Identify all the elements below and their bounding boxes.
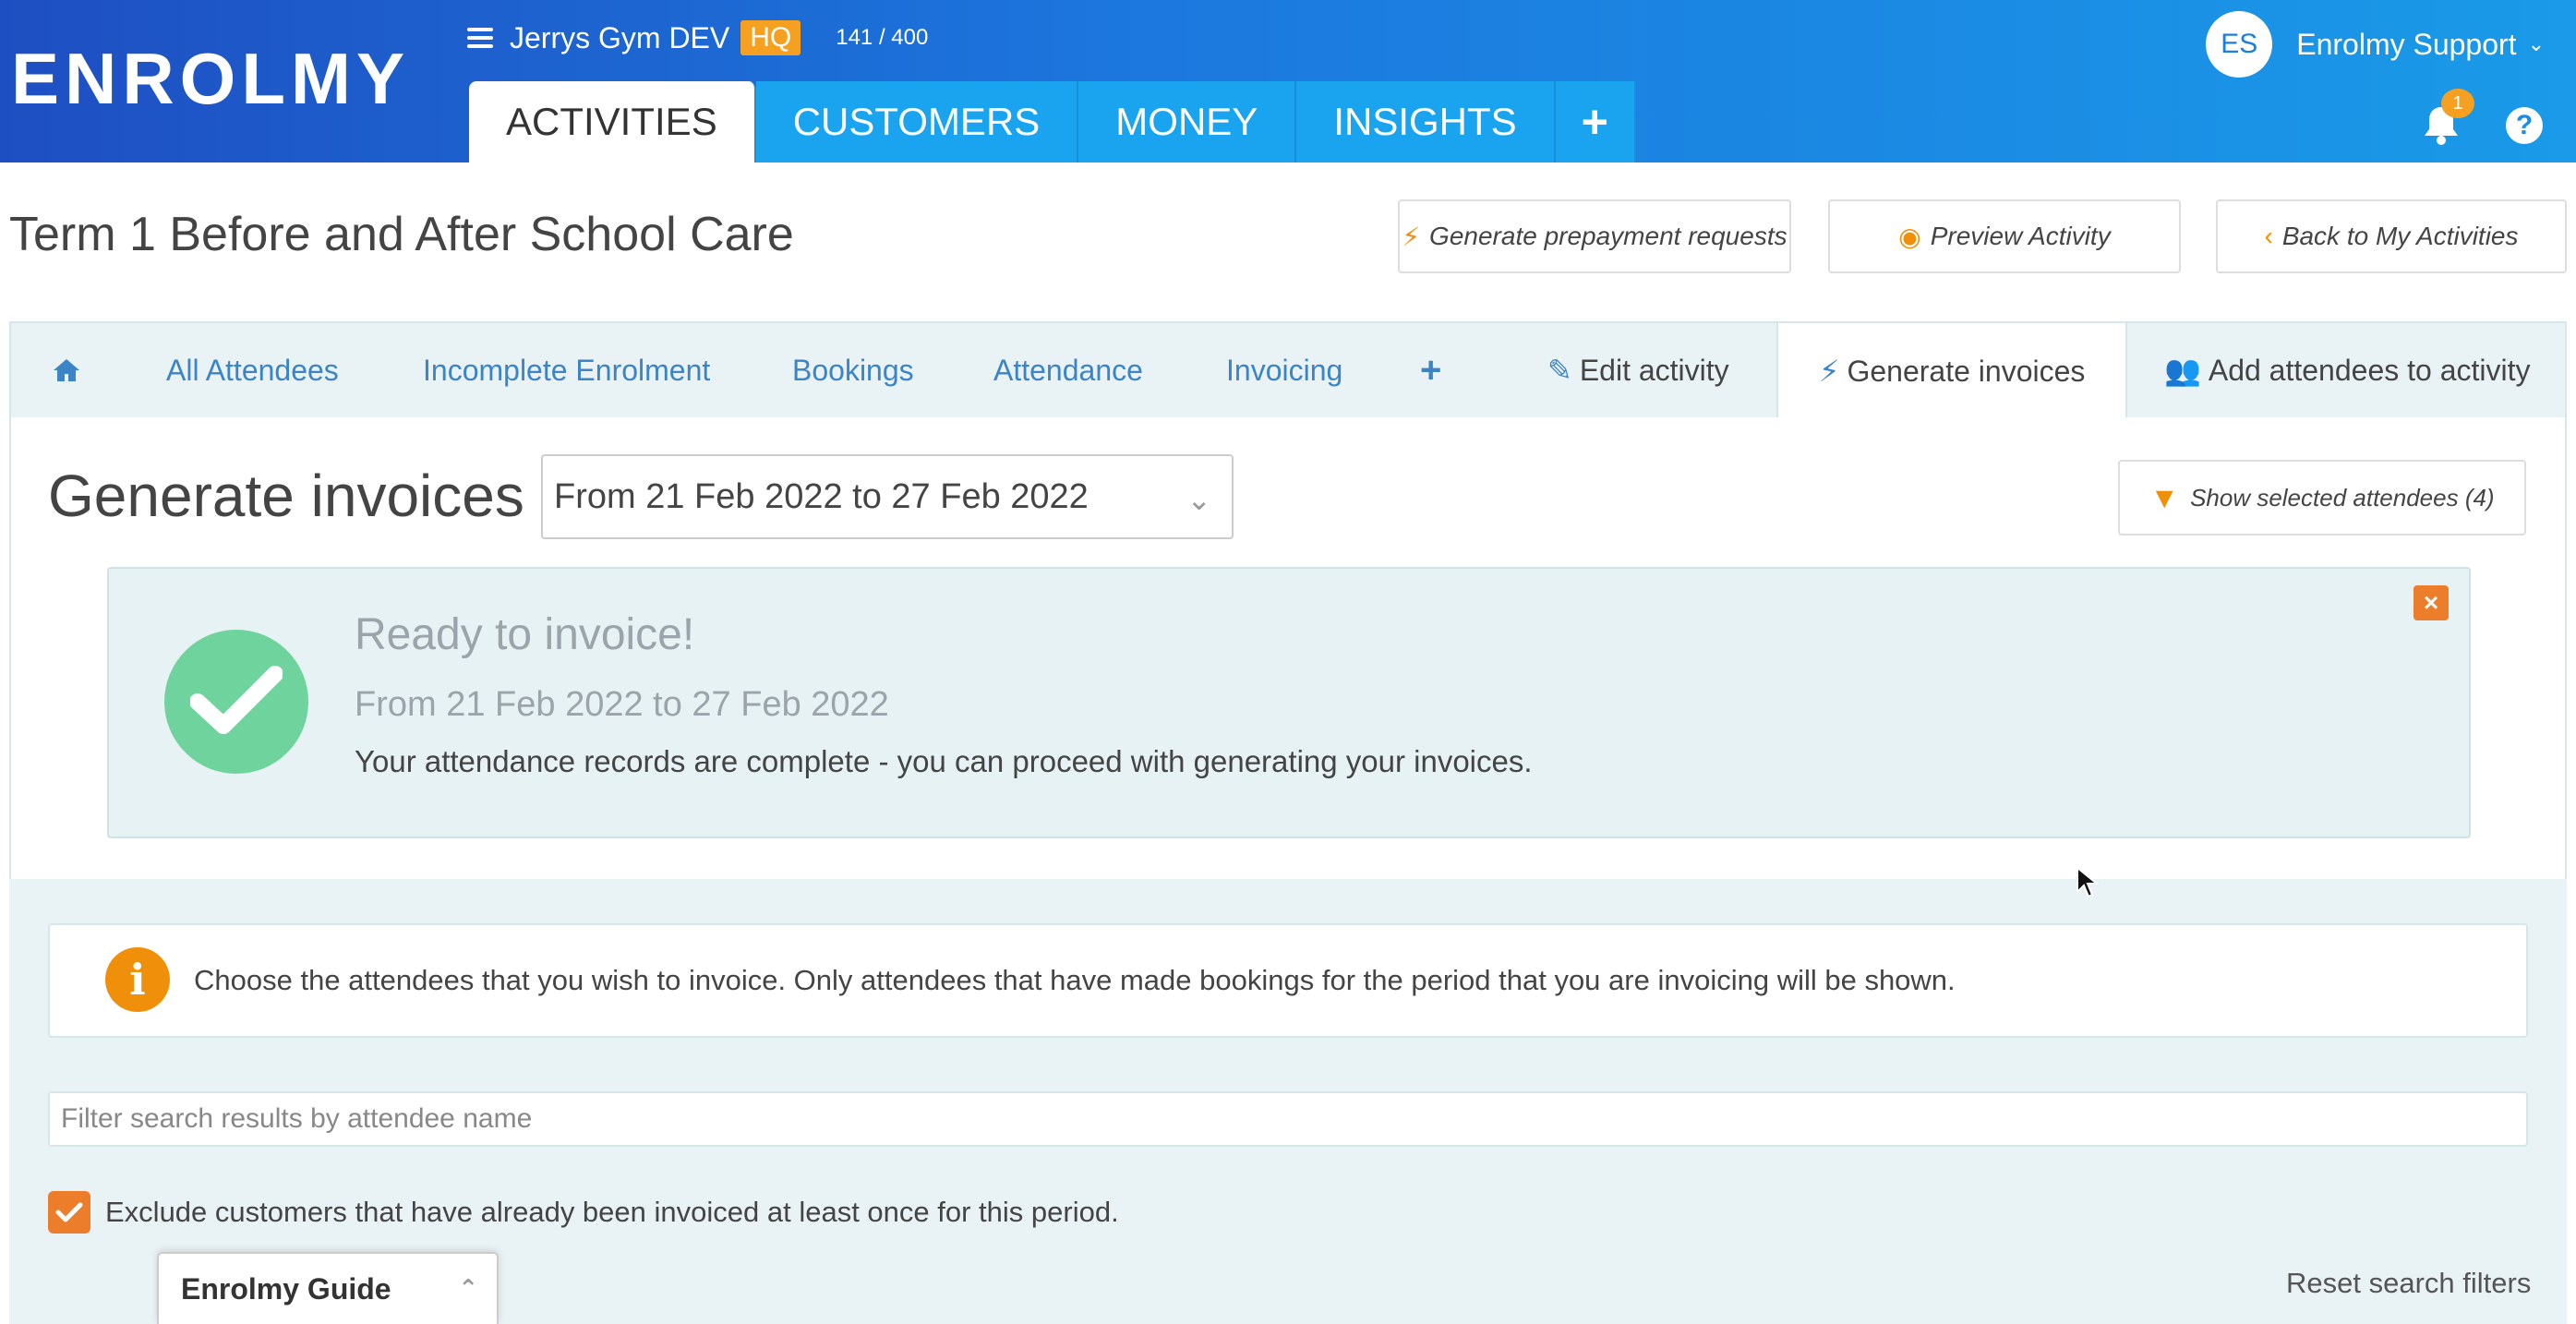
nav-customers[interactable]: CUSTOMERS	[755, 81, 1079, 162]
avatar: ES	[2206, 11, 2273, 78]
home-icon[interactable]	[52, 323, 81, 417]
ready-alert: Ready to invoice! From 21 Feb 2022 to 27…	[107, 567, 2471, 838]
tab-generate-invoices[interactable]: ⚡ Generate invoices	[1776, 323, 2128, 419]
tab-all-attendees[interactable]: All Attendees	[166, 323, 339, 417]
main-nav: ACTIVITIES CUSTOMERS MONEY INSIGHTS +	[469, 81, 1636, 162]
back-to-activities-button[interactable]: ‹ Back to My Activities	[2216, 199, 2567, 273]
mouse-cursor-icon	[2076, 866, 2100, 898]
enrolmy-guide-widget[interactable]: Enrolmy Guide ⌃	[157, 1252, 499, 1324]
user-name: Enrolmy Support	[2296, 27, 2517, 61]
activity-subtabs: All Attendees Incomplete Enrolment Booki…	[9, 321, 2567, 419]
nav-money[interactable]: MONEY	[1078, 81, 1297, 162]
chevron-down-icon: ⌄	[2527, 32, 2545, 55]
tab-attendance[interactable]: Attendance	[993, 323, 1143, 417]
period-select[interactable]: From 21 Feb 2022 to 27 Feb 2022 ⌄	[541, 454, 1234, 539]
enrolmy-logo[interactable]: ENROLMY	[11, 37, 410, 121]
nav-add-button[interactable]: +	[1555, 81, 1636, 162]
tab-add-attendees[interactable]: 👥 Add attendees to activity	[2164, 323, 2531, 417]
chevron-left-icon: ‹	[2264, 222, 2273, 250]
ready-range: From 21 Feb 2022 to 27 Feb 2022	[355, 685, 889, 724]
tab-invoicing[interactable]: Invoicing	[1226, 323, 1342, 417]
tab-add-button[interactable]: +	[1420, 323, 1441, 417]
preview-activity-button[interactable]: ◉ Preview Activity	[1828, 199, 2181, 273]
nav-activities[interactable]: ACTIVITIES	[469, 81, 756, 162]
close-icon[interactable]: ×	[2413, 585, 2449, 620]
menu-icon[interactable]	[467, 28, 493, 48]
eye-icon: ◉	[1898, 222, 1921, 251]
chevron-down-icon: ⌄	[1186, 483, 1211, 516]
exclude-invoiced-option[interactable]: Exclude customers that have already been…	[48, 1191, 1119, 1234]
generate-title: Generate invoices	[48, 463, 524, 529]
hq-badge: HQ	[740, 20, 801, 55]
generate-prepayment-button[interactable]: ⚡ Generate prepayment requests	[1398, 199, 1791, 273]
tab-bookings[interactable]: Bookings	[792, 323, 914, 417]
show-selected-attendees-button[interactable]: ▼ Show selected attendees (4)	[2118, 460, 2526, 536]
check-circle-icon	[164, 630, 308, 774]
reset-search-filters-link[interactable]: Reset search filters	[2286, 1267, 2531, 1300]
tab-incomplete-enrolment[interactable]: Incomplete Enrolment	[423, 323, 710, 417]
org-name: Jerrys Gym DEV	[510, 20, 730, 54]
info-notice: i Choose the attendees that you wish to …	[48, 923, 2528, 1038]
attendee-search-input[interactable]	[48, 1091, 2528, 1147]
filter-icon: ▼	[2149, 480, 2180, 514]
pencil-icon: ✎	[1547, 354, 1572, 387]
chevron-up-icon: ⌃	[458, 1274, 478, 1302]
org-switcher[interactable]: Jerrys Gym DEV HQ 141 / 400	[467, 20, 928, 55]
page-title: Term 1 Before and After School Care	[9, 208, 794, 261]
ready-message: Your attendance records are complete - y…	[355, 744, 1533, 778]
magic-wand-icon: ⚡	[1819, 355, 1840, 388]
info-text: Choose the attendees that you wish to in…	[194, 964, 1956, 996]
exclude-invoiced-label: Exclude customers that have already been…	[105, 1196, 1119, 1228]
info-icon: i	[105, 947, 170, 1012]
exclude-invoiced-checkbox[interactable]	[48, 1191, 90, 1234]
usage-count: 141 / 400	[836, 25, 929, 50]
magic-wand-icon: ⚡	[1402, 222, 1421, 251]
top-header: ENROLMY Jerrys Gym DEV HQ 141 / 400 ACTI…	[0, 0, 2576, 162]
nav-insights[interactable]: INSIGHTS	[1296, 81, 1556, 162]
tab-edit-activity[interactable]: ✎ Edit activity	[1547, 323, 1729, 417]
user-menu[interactable]: ES Enrolmy Support ⌄	[2206, 11, 2545, 78]
notification-badge: 1	[2441, 89, 2474, 118]
help-icon[interactable]: ?	[2506, 107, 2543, 144]
users-icon: 👥	[2164, 354, 2201, 387]
ready-title: Ready to invoice!	[355, 610, 695, 659]
